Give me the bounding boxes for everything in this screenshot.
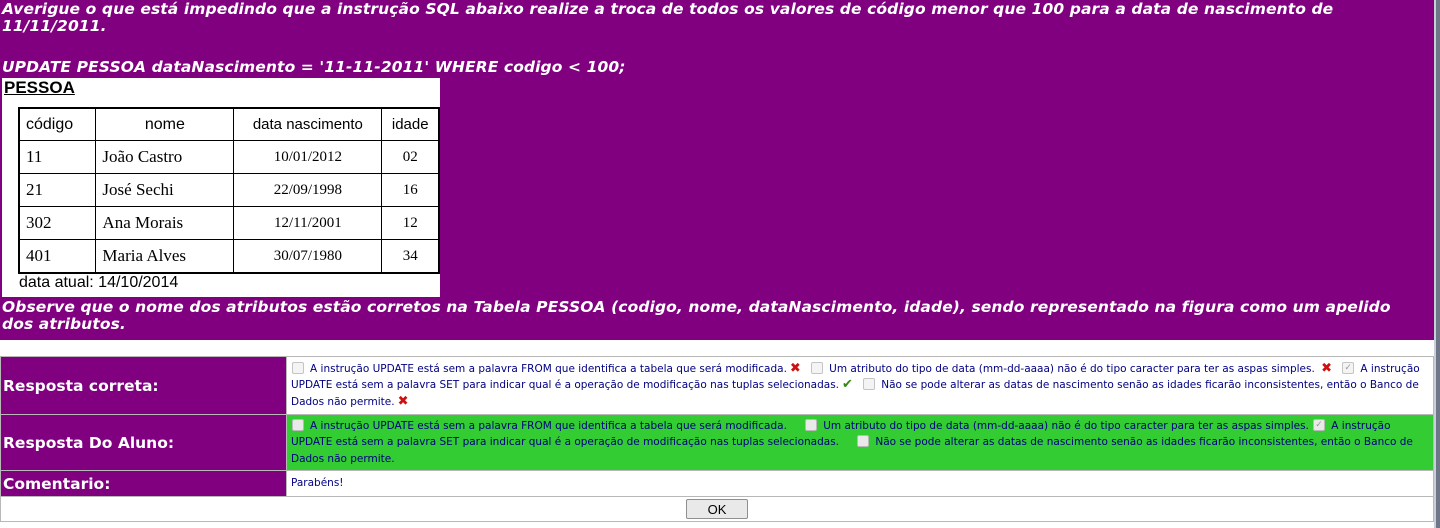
window-frame-edge — [1434, 0, 1440, 528]
table-cell: 11 — [18, 140, 97, 174]
option-text: A instrução UPDATE está sem a palavra FR… — [310, 419, 787, 432]
answers-table: Resposta correta: A instrução UPDATE est… — [0, 356, 1434, 522]
option-item: Um atributo do tipo de data (mm-dd-aaaa)… — [810, 361, 1315, 375]
student-answer-options: A instrução UPDATE está sem a palavra FR… — [286, 414, 1434, 471]
column-header: data nascimento — [233, 107, 383, 141]
student-answer-label: Resposta Do Aluno: — [0, 414, 287, 471]
option-checkbox[interactable] — [292, 361, 304, 374]
wrong-mark-icon: ✖ — [1321, 360, 1333, 376]
table-cell: 302 — [18, 206, 97, 240]
option-item: A instrução UPDATE está sem a palavra FR… — [291, 418, 787, 432]
table-row: 302 Ana Morais 12/11/2001 12 — [18, 206, 440, 240]
student-answer-row: Resposta Do Aluno: A instrução UPDATE es… — [0, 414, 1434, 471]
ok-cell: OK — [0, 496, 1434, 522]
sql-statement: UPDATE PESSOA dataNascimento = '11-11-20… — [2, 58, 626, 76]
option-checkbox[interactable] — [805, 418, 818, 431]
question-intro: Averigue o que está impedindo que a inst… — [2, 0, 1334, 35]
option-text: Um atributo do tipo de data (mm-dd-aaaa)… — [823, 419, 1309, 432]
correct-answer-label: Resposta correta: — [0, 356, 287, 415]
comment-text: Parabéns! — [286, 470, 1434, 497]
table-cell: 22/09/1998 — [233, 173, 383, 207]
table-row: 11 João Castro 10/01/2012 02 — [18, 140, 440, 174]
option-checkbox-checked[interactable] — [1313, 417, 1326, 433]
figure-title: PESSOA — [4, 78, 75, 97]
table-row: 21 José Sechi 22/09/1998 16 — [18, 173, 440, 207]
option-checkbox[interactable] — [292, 418, 304, 431]
column-header: idade — [381, 107, 440, 141]
question-panel: Averigue o que está impedindo que a inst… — [0, 0, 1434, 340]
pessoa-figure: PESSOA código nome data nascimento idade… — [2, 78, 440, 297]
table-cell: 21 — [18, 173, 97, 207]
table-cell: 02 — [381, 140, 440, 174]
table-cell: Maria Alves — [95, 239, 235, 274]
table-cell: 16 — [381, 173, 440, 207]
option-checkbox-checked[interactable] — [1342, 360, 1355, 376]
option-item: Um atributo do tipo de data (mm-dd-aaaa)… — [804, 418, 1309, 432]
table-cell: 30/07/1980 — [233, 239, 383, 274]
comment-row: Comentario: Parabéns! — [0, 470, 1434, 497]
current-date-note: data atual: 14/10/2014 — [19, 274, 179, 291]
option-item: A instrução UPDATE está sem a palavra FR… — [291, 360, 807, 376]
correct-answer-row: Resposta correta: A instrução UPDATE est… — [0, 356, 1434, 415]
table-cell: 34 — [381, 239, 440, 274]
option-checkbox[interactable] — [857, 435, 870, 448]
pessoa-table: código nome data nascimento idade 11 Joã… — [18, 107, 440, 274]
table-header-row: código nome data nascimento idade — [18, 107, 440, 141]
table-row: 401 Maria Alves 30/07/1980 34 — [18, 239, 440, 274]
correct-check-icon: ✔ — [842, 377, 853, 393]
ok-row: OK — [0, 496, 1434, 522]
option-checkbox[interactable] — [811, 361, 824, 374]
question-note: Observe que o nome dos atributos estão c… — [2, 298, 1391, 333]
comment-label: Comentario: — [0, 470, 287, 497]
table-cell: Ana Morais — [95, 206, 235, 240]
table-cell: 12 — [381, 206, 440, 240]
table-cell: José Sechi — [95, 173, 235, 207]
correct-answer-options: A instrução UPDATE está sem a palavra FR… — [286, 356, 1434, 415]
table-cell: 401 — [18, 239, 97, 274]
option-text: Um atributo do tipo de data (mm-dd-aaaa)… — [829, 362, 1315, 375]
table-cell: 12/11/2001 — [233, 206, 383, 240]
table-cell: João Castro — [95, 140, 235, 174]
ok-button[interactable]: OK — [686, 499, 748, 520]
column-header: código — [18, 107, 97, 141]
option-text: A instrução UPDATE está sem a palavra FR… — [310, 362, 787, 375]
option-checkbox[interactable] — [863, 378, 876, 391]
column-header: nome — [95, 107, 235, 141]
wrong-mark-icon: ✖ — [789, 360, 801, 376]
table-cell: 10/01/2012 — [233, 140, 383, 174]
wrong-mark-icon: ✖ — [397, 393, 409, 409]
